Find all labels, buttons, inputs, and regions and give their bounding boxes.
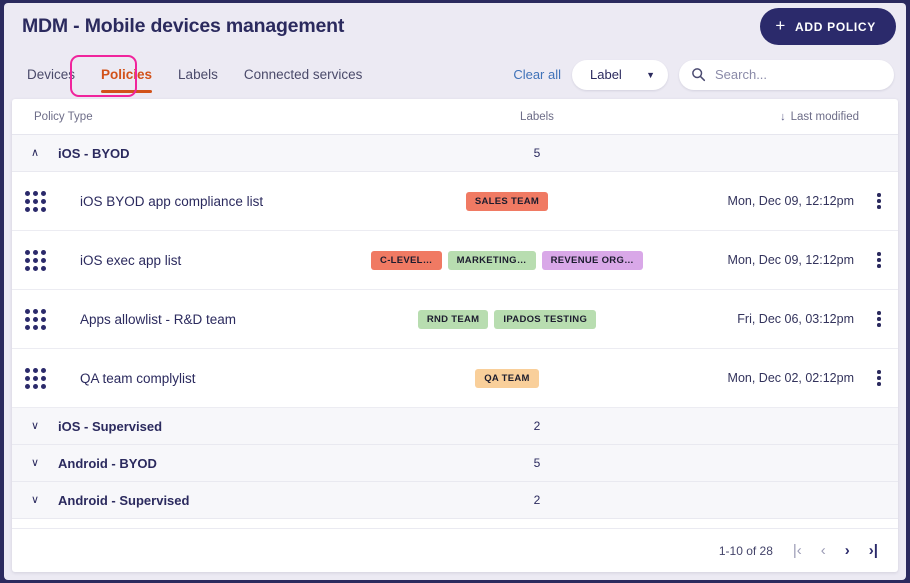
table-row[interactable]: iOS BYOD app compliance list SALES TEAM … [12, 172, 898, 231]
tab-connected-services-label: Connected services [244, 67, 363, 82]
column-header-last-modified[interactable]: ↓ Last modified [702, 111, 898, 123]
page-title: MDM - Mobile devices management [22, 15, 344, 38]
column-header-labels[interactable]: Labels [372, 111, 702, 123]
label-chip[interactable]: IPADOS TESTING [494, 310, 596, 329]
app-header: MDM - Mobile devices management + ADD PO… [4, 3, 906, 50]
label-chip[interactable]: C-LEVEL… [371, 251, 442, 270]
last-modified-value: Mon, Dec 09, 12:12pm [672, 194, 868, 208]
active-tab-underline [101, 90, 152, 93]
policy-name-link[interactable]: iOS exec app list [58, 253, 342, 268]
label-filter-value: Label [590, 67, 622, 82]
next-page-button[interactable]: › [845, 543, 850, 558]
tab-policies[interactable]: Policies [88, 61, 165, 88]
label-chip[interactable]: MARKETING… [448, 251, 536, 270]
drag-handle-icon[interactable] [12, 309, 58, 330]
tab-labels-label: Labels [178, 67, 218, 82]
group-name: iOS - Supervised [58, 419, 372, 434]
tab-labels[interactable]: Labels [165, 61, 231, 88]
chevron-down-icon: ▼ [646, 70, 655, 80]
previous-page-button[interactable]: ‹ [821, 543, 826, 558]
app-window: MDM - Mobile devices management + ADD PO… [4, 3, 906, 580]
label-chip[interactable]: QA TEAM [475, 369, 539, 388]
drag-handle-icon[interactable] [12, 250, 58, 271]
drag-handle-icon[interactable] [12, 368, 58, 389]
drag-handle-icon[interactable] [12, 191, 58, 212]
group-label-count: 2 [372, 419, 702, 433]
search-input[interactable] [715, 67, 882, 82]
add-policy-button[interactable]: + ADD POLICY [760, 8, 896, 45]
last-modified-value: Mon, Dec 09, 12:12pm [672, 253, 868, 267]
tab-devices[interactable]: Devices [14, 61, 88, 88]
tab-devices-label: Devices [27, 67, 75, 82]
table-row[interactable]: Apps allowlist - R&D team RND TEAM IPADO… [12, 290, 898, 349]
last-modified-value: Fri, Dec 06, 03:12pm [672, 312, 868, 326]
table-footer: 1-10 of 28 |‹ ‹ › ›| [12, 528, 898, 572]
label-chip[interactable]: SALES TEAM [466, 192, 548, 211]
group-name: iOS - BYOD [58, 146, 372, 161]
table-row[interactable]: QA team complylist QA TEAM Mon, Dec 02, … [12, 349, 898, 408]
tab-policies-label: Policies [101, 67, 152, 82]
policy-name-link[interactable]: Apps allowlist - R&D team [58, 312, 342, 327]
chevron-up-icon[interactable]: ∧ [12, 148, 58, 159]
table-header-row: Policy Type Labels ↓ Last modified [12, 99, 898, 135]
tab-bar: Devices Policies Labels Connected servic… [4, 50, 906, 99]
policy-name-link[interactable]: iOS BYOD app compliance list [58, 194, 342, 209]
policies-table-card: Policy Type Labels ↓ Last modified ∧ iOS… [12, 99, 898, 572]
policy-labels: C-LEVEL… MARKETING… REVENUE ORG… [342, 251, 672, 270]
group-label-count: 5 [372, 456, 702, 470]
search-icon [691, 67, 706, 82]
add-policy-label: ADD POLICY [795, 20, 876, 34]
row-menu-icon[interactable] [868, 311, 898, 327]
table-body: ∧ iOS - BYOD 5 iOS BYOD app compliance l… [12, 135, 898, 528]
group-row-ios-supervised[interactable]: ∨ iOS - Supervised 2 [12, 408, 898, 445]
chevron-down-icon[interactable]: ∨ [12, 458, 58, 469]
table-row[interactable]: iOS exec app list C-LEVEL… MARKETING… RE… [12, 231, 898, 290]
search-box[interactable] [679, 60, 894, 90]
policy-labels: QA TEAM [342, 369, 672, 388]
row-menu-icon[interactable] [868, 370, 898, 386]
group-row-android-byod[interactable]: ∨ Android - BYOD 5 [12, 445, 898, 482]
group-label-count: 2 [372, 493, 702, 507]
row-menu-icon[interactable] [868, 252, 898, 268]
row-menu-icon[interactable] [868, 193, 898, 209]
label-chip[interactable]: REVENUE ORG… [542, 251, 643, 270]
tab-connected-services[interactable]: Connected services [231, 61, 376, 88]
filter-controls: Clear all Label ▼ [513, 50, 894, 99]
group-name: Android - Supervised [58, 493, 372, 508]
column-header-last-modified-label: Last modified [791, 111, 859, 123]
group-label-count: 5 [372, 146, 702, 160]
group-name: Android - BYOD [58, 456, 372, 471]
label-chip[interactable]: RND TEAM [418, 310, 489, 329]
last-page-button[interactable]: ›| [869, 543, 878, 558]
chevron-down-icon[interactable]: ∨ [12, 495, 58, 506]
last-modified-value: Mon, Dec 02, 02:12pm [672, 371, 868, 385]
label-filter-dropdown[interactable]: Label ▼ [572, 60, 668, 90]
policy-labels: SALES TEAM [342, 192, 672, 211]
group-row-android-supervised[interactable]: ∨ Android - Supervised 2 [12, 482, 898, 519]
plus-icon: + [775, 17, 786, 34]
policy-name-link[interactable]: QA team complylist [58, 371, 342, 386]
sort-descending-icon: ↓ [780, 111, 786, 123]
first-page-button[interactable]: |‹ [793, 543, 802, 558]
pagination-info: 1-10 of 28 [719, 544, 773, 558]
chevron-down-icon[interactable]: ∨ [12, 421, 58, 432]
clear-all-button[interactable]: Clear all [513, 67, 561, 82]
pagination-controls: |‹ ‹ › ›| [793, 543, 878, 558]
policy-labels: RND TEAM IPADOS TESTING [342, 310, 672, 329]
group-row-ios-byod[interactable]: ∧ iOS - BYOD 5 [12, 135, 898, 172]
column-header-policy-type[interactable]: Policy Type [12, 111, 372, 123]
